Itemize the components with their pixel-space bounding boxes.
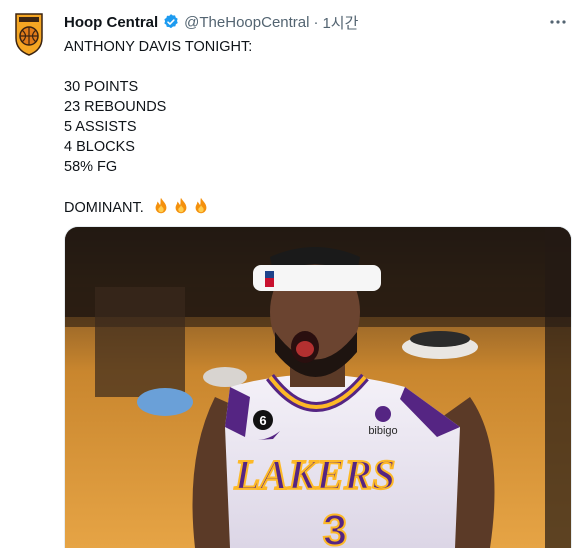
author-name[interactable]: Hoop Central (64, 14, 158, 31)
tweet-headline: ANTHONY DAVIS TONIGHT: (64, 39, 253, 55)
tweet-closing-text: DOMINANT. (64, 200, 144, 216)
hoop-central-logo-icon (15, 13, 43, 56)
fire-emoji-icon (175, 197, 187, 214)
tweet-timestamp[interactable]: 1시간 (322, 12, 358, 33)
tweet-text: ANTHONY DAVIS TONIGHT: 30 POINTS 23 REBO… (64, 37, 564, 217)
tweet-closing-line: DOMINANT. (64, 197, 564, 217)
fire-emoji-icon (155, 197, 167, 214)
jersey-number-text: 3 (323, 506, 347, 548)
tweet-media-photo[interactable]: LAKERS 3 6 bibigo (64, 226, 572, 548)
stat-line: 58% FG (64, 159, 118, 175)
bibigo-logo-icon (375, 406, 391, 422)
collar-number-text: 6 (259, 413, 266, 428)
stat-line: 5 ASSISTS (64, 119, 137, 135)
tweet-card[interactable]: Hoop Central @TheHoopCentral · 1시간 ANTHO… (0, 0, 584, 548)
author-avatar[interactable] (13, 12, 45, 56)
separator-dot: · (313, 13, 319, 31)
jersey-lakers-text: LAKERS (233, 453, 395, 499)
fire-emoji-group (152, 197, 210, 215)
stat-line: 23 REBOUNDS (64, 99, 167, 115)
player-celebration-image: LAKERS 3 6 bibigo (65, 227, 571, 548)
stat-line: 30 POINTS (64, 79, 139, 95)
sponsor-text: bibigo (368, 425, 397, 437)
tweet-header: Hoop Central @TheHoopCentral · 1시간 (64, 11, 358, 33)
author-handle[interactable]: @TheHoopCentral (184, 14, 309, 31)
stat-line: 4 BLOCKS (64, 139, 135, 155)
more-options-icon[interactable] (548, 12, 568, 32)
verified-badge-icon (162, 13, 180, 31)
fire-emoji-icon (195, 197, 207, 214)
